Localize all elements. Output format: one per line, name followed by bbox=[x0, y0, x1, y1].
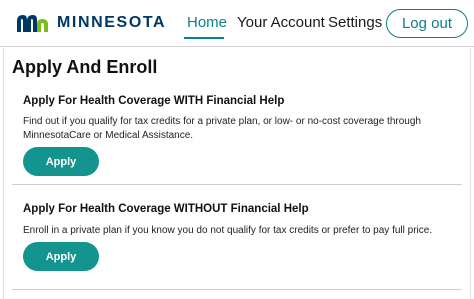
active-nav-indicator bbox=[184, 37, 224, 39]
section-description: Find out if you qualify for tax credits … bbox=[23, 116, 421, 141]
nav-settings-link[interactable]: Settings bbox=[328, 14, 382, 31]
apply-with-financial-help-button[interactable]: Apply bbox=[23, 147, 99, 176]
nav-home-link[interactable]: Home bbox=[187, 14, 227, 31]
section-divider bbox=[12, 289, 462, 290]
nav-your-account-link[interactable]: Your Account bbox=[237, 14, 325, 31]
apply-without-financial-help-button[interactable]: Apply bbox=[23, 242, 99, 271]
logout-button[interactable]: Log out bbox=[386, 9, 468, 38]
section-title: Apply For Health Coverage WITH Financial… bbox=[23, 95, 285, 107]
section-description: Enroll in a private plan if you know you… bbox=[23, 225, 433, 236]
logo-text: MINNESOTA bbox=[57, 14, 167, 31]
page-title: Apply And Enroll bbox=[12, 57, 158, 77]
minnesota-logo[interactable]: MINNESOTA bbox=[15, 12, 166, 34]
content-right-border bbox=[470, 48, 471, 299]
mn-logo-icon bbox=[17, 15, 48, 32]
section-title: Apply For Health Coverage WITHOUT Financ… bbox=[23, 203, 309, 215]
site-header: MINNESOTA Home Your Account Settings Log… bbox=[0, 0, 474, 46]
content-left-border bbox=[3, 48, 4, 299]
header-divider bbox=[0, 46, 474, 47]
section-divider bbox=[12, 184, 462, 185]
